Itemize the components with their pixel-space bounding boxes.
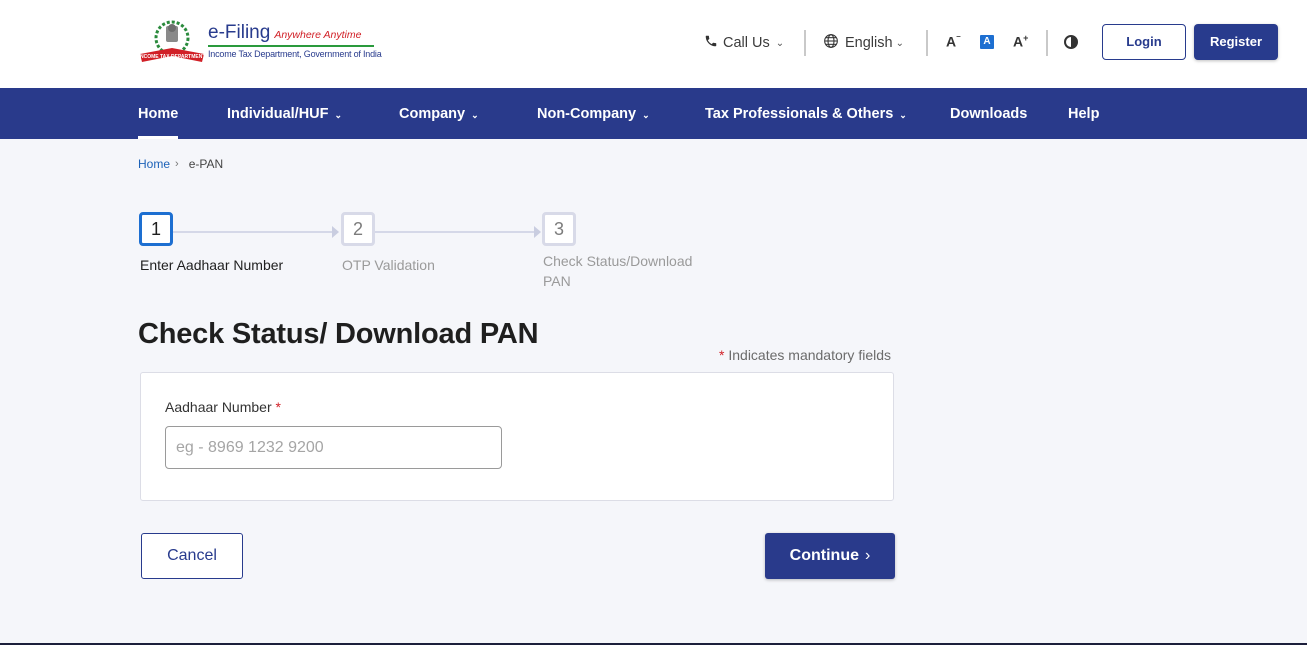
nav-item-help[interactable]: Help	[1068, 88, 1099, 139]
register-button[interactable]: Register	[1194, 24, 1278, 60]
arrow-right-icon	[332, 226, 339, 238]
language-label: English	[845, 35, 893, 51]
brand-name: e-Filing	[208, 22, 271, 43]
step-connector	[375, 231, 535, 233]
nav-item-individual-huf[interactable]: Individual/HUF ⌄	[227, 88, 342, 139]
increase-font-button[interactable]: A+	[1013, 33, 1028, 50]
breadcrumb: Home › e-PAN	[138, 157, 223, 171]
login-button[interactable]: Login	[1102, 24, 1186, 60]
svg-text:INCOME TAX DEPARTMENT: INCOME TAX DEPARTMENT	[139, 54, 206, 60]
chevron-right-icon: ›	[865, 547, 871, 564]
chevron-down-icon: ⌄	[334, 110, 343, 120]
brand-department: Income Tax Department, Government of Ind…	[208, 49, 382, 59]
globe-icon	[823, 33, 839, 53]
efiling-logo[interactable]: INCOME TAX DEPARTMENT e-Filing Anywhere …	[138, 18, 382, 66]
aadhaar-label: Aadhaar Number *	[165, 399, 281, 415]
nav-item-downloads[interactable]: Downloads	[950, 88, 1027, 139]
nav-item-non-company[interactable]: Non-Company ⌄	[537, 88, 650, 139]
step-2-label: OTP Validation	[342, 257, 435, 273]
brand-tagline: Anywhere Anytime	[274, 29, 362, 41]
mandatory-note: * Indicates mandatory fields	[719, 347, 891, 363]
continue-button[interactable]: Continue ›	[765, 533, 895, 579]
arrow-right-icon	[534, 226, 541, 238]
call-us-dropdown[interactable]: Call Us ⌄	[704, 28, 784, 58]
nav-item-home[interactable]: Home	[138, 88, 179, 139]
default-font-button[interactable]: A	[980, 35, 994, 49]
language-dropdown[interactable]: English ⌄	[823, 28, 904, 58]
phone-icon	[704, 34, 718, 52]
top-header: INCOME TAX DEPARTMENT e-Filing Anywhere …	[0, 0, 1307, 88]
divider	[804, 30, 806, 56]
breadcrumb-current: e-PAN	[188, 157, 224, 171]
chevron-down-icon: ⌄	[899, 110, 907, 120]
aadhaar-number-input[interactable]	[165, 426, 502, 469]
breadcrumb-separator: ›	[175, 158, 179, 170]
step-3-label: Check Status/Download PAN	[543, 253, 693, 289]
emblem-icon: INCOME TAX DEPARTMENT	[138, 18, 206, 66]
chevron-down-icon: ⌄	[775, 37, 785, 49]
nav-item-company[interactable]: Company ⌄	[399, 88, 479, 139]
page-title: Check Status/ Download PAN	[138, 318, 539, 350]
divider	[1046, 30, 1048, 56]
main-nav: Home Individual/HUF ⌄ Company ⌄ Non-Compan…	[0, 88, 1307, 139]
chevron-down-icon: ⌄	[642, 110, 650, 120]
cancel-button[interactable]: Cancel	[141, 533, 243, 579]
call-us-label: Call Us	[723, 35, 770, 51]
divider	[926, 30, 928, 56]
form-card: Aadhaar Number *	[140, 372, 894, 501]
breadcrumb-home-link[interactable]: Home	[138, 157, 170, 171]
nav-item-tax-professionals[interactable]: Tax Professionals & Others ⌄	[705, 88, 907, 139]
step-1-number: 1	[139, 212, 173, 246]
step-2-number: 2	[341, 212, 375, 246]
step-connector	[173, 231, 333, 233]
chevron-down-icon: ⌄	[895, 37, 904, 49]
step-3-number: 3	[542, 212, 576, 246]
contrast-toggle-icon[interactable]	[1064, 35, 1078, 49]
brand-divider	[208, 45, 374, 47]
chevron-down-icon: ⌄	[471, 110, 479, 120]
decrease-font-button[interactable]: A⁻	[946, 33, 961, 50]
step-1-label: Enter Aadhaar Number	[140, 257, 284, 273]
